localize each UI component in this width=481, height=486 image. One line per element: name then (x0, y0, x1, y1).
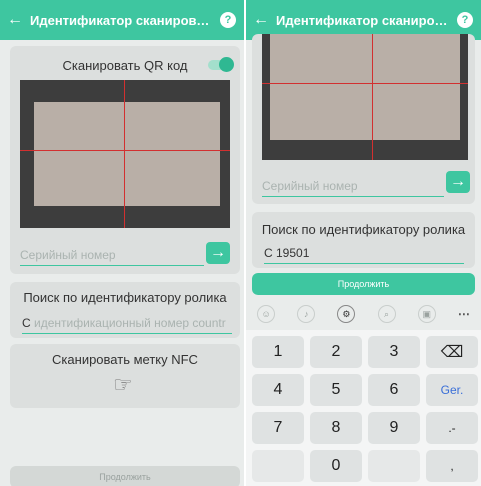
continue-button[interactable]: Продолжить (252, 273, 475, 295)
camera-preview (20, 80, 230, 228)
key-0[interactable]: 0 (310, 450, 362, 482)
blank-key-right[interactable] (368, 450, 420, 482)
camera-preview (262, 34, 468, 160)
crosshair-vertical (124, 80, 125, 228)
right-screen: ← Идентификатор сканирован... ? Серийный… (246, 0, 481, 486)
continue-button[interactable]: Продолжить (10, 466, 240, 486)
help-icon[interactable]: ? (457, 12, 473, 28)
numeric-keyboard: 1 2 3 ⌫ 4 5 6 Ger. 7 8 9 .- 0 , (246, 330, 481, 486)
toggle-knob (219, 57, 234, 72)
back-arrow-icon[interactable]: ← (246, 11, 276, 29)
identifier-input[interactable]: С 19501 (264, 246, 464, 264)
nfc-icon: ☞ (113, 372, 133, 397)
search-title: Поиск по идентификатору ролика (23, 290, 227, 305)
key-9[interactable]: 9 (368, 412, 420, 444)
key-1[interactable]: 1 (252, 336, 304, 368)
comma-key[interactable]: , (426, 450, 478, 482)
microphone-icon[interactable]: ♪ (297, 305, 316, 323)
key-6[interactable]: 6 (368, 374, 420, 406)
search-icon[interactable]: ⌕ (377, 305, 396, 323)
backspace-key[interactable]: ⌫ (426, 336, 478, 368)
identifier-input[interactable]: С идентификационный номер countr (22, 316, 232, 334)
search-card: Поиск по идентификатору ролика С идентиф… (10, 282, 240, 338)
app-bar: ← Идентификатор сканирован... ? (0, 0, 244, 40)
qr-card: Серийный номер → (252, 34, 475, 204)
screenshot-composite: ← Идентификатор сканирован... ? Сканиров… (0, 0, 481, 486)
crosshair-horizontal (20, 150, 230, 151)
camera-paper (270, 34, 460, 140)
nfc-label: Сканировать метку NFC (52, 352, 198, 367)
search-title: Поиск по идентификатору ролика (261, 222, 466, 237)
back-arrow-icon[interactable]: ← (0, 11, 30, 29)
app-title: Идентификатор сканирован... (30, 12, 214, 28)
settings-icon[interactable]: ⚙ (337, 305, 356, 323)
key-2[interactable]: 2 (310, 336, 362, 368)
left-screen: ← Идентификатор сканирован... ? Сканиров… (0, 0, 244, 486)
clipboard-icon[interactable]: ▣ (417, 305, 436, 323)
search-card: Поиск по идентификатору ролика С 19501 (252, 212, 475, 268)
serial-go-button[interactable]: → (206, 242, 230, 264)
crosshair-horizontal (262, 83, 468, 84)
key-8[interactable]: 8 (310, 412, 362, 444)
qr-label: Сканировать QR код (62, 58, 188, 73)
key-3[interactable]: 3 (368, 336, 420, 368)
dot-dash-key[interactable]: .- (426, 412, 478, 444)
go-key[interactable]: Ger. (426, 374, 478, 406)
serial-number-input[interactable]: Серийный номер (262, 179, 444, 197)
emoji-icon[interactable]: ☺ (257, 305, 276, 323)
identifier-prefix: С (22, 316, 31, 330)
nfc-card[interactable]: Сканировать метку NFC ☞ (10, 344, 240, 408)
identifier-placeholder: идентификационный номер countr (34, 316, 226, 330)
key-7[interactable]: 7 (252, 412, 304, 444)
qr-toggle[interactable] (208, 57, 234, 72)
camera-paper (34, 102, 220, 206)
app-title: Идентификатор сканирован... (276, 12, 451, 28)
serial-number-input[interactable]: Серийный номер (20, 248, 204, 266)
more-icon[interactable]: ⋯ (458, 307, 470, 321)
keyboard-toolbar: ☺ ♪ ⚙ ⌕ ▣ ⋯ (246, 300, 481, 328)
key-5[interactable]: 5 (310, 374, 362, 406)
help-icon[interactable]: ? (220, 12, 236, 28)
key-4[interactable]: 4 (252, 374, 304, 406)
blank-key-left[interactable] (252, 450, 304, 482)
crosshair-vertical (372, 34, 373, 160)
qr-card: Сканировать QR код Серийный номер → (10, 46, 240, 274)
serial-go-button[interactable]: → (446, 171, 470, 193)
